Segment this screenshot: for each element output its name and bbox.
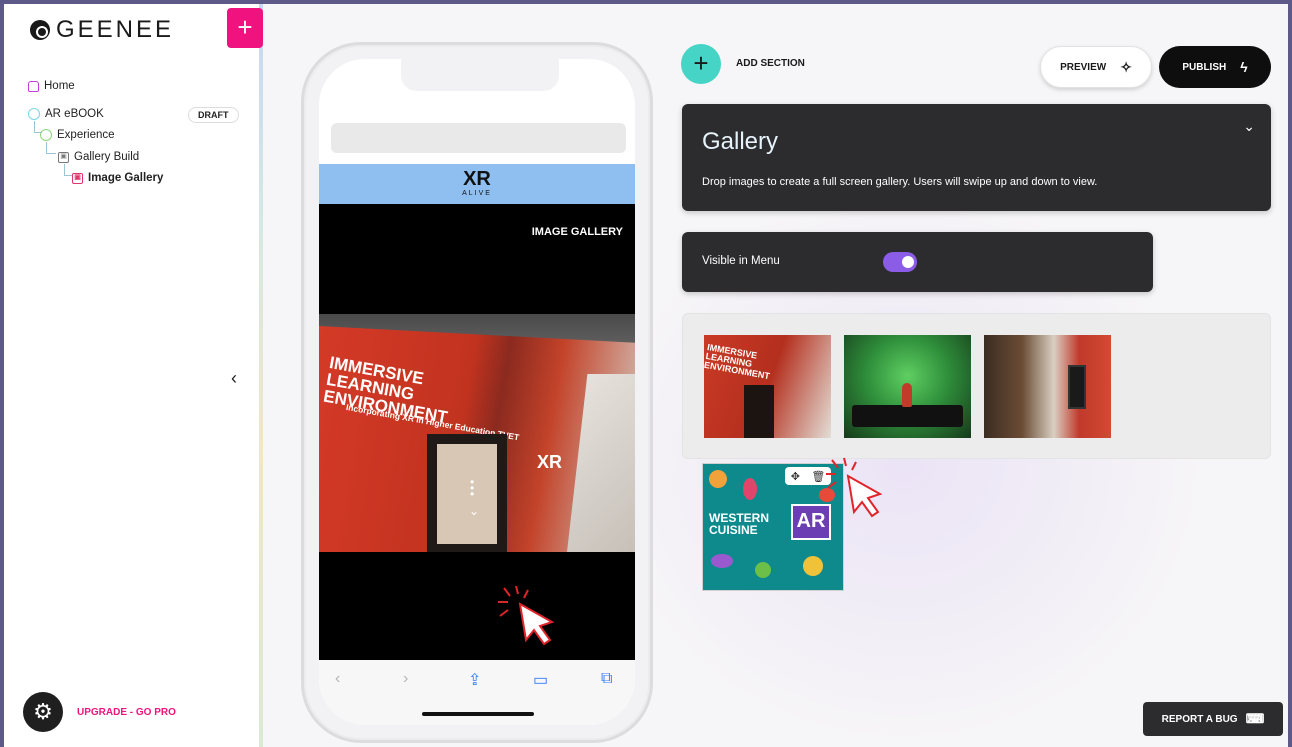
publish-button[interactable]: PUBLISH ϟ [1159, 46, 1271, 88]
xr-logo-sub: ALIVE [462, 190, 492, 197]
veg-shape [755, 562, 771, 578]
share-icon[interactable]: ⇪ [468, 670, 481, 690]
circle-icon [40, 129, 52, 141]
thumb-figure [902, 383, 912, 407]
preview-label: PREVIEW [1060, 61, 1107, 73]
phone-notch [401, 59, 559, 91]
upgrade-link[interactable]: UPGRADE - GO PRO [77, 707, 176, 718]
gear-icon: ⚙ [33, 699, 53, 724]
sidebar: GEENEE Home AR eBOOK DRAFT Experience ▣ … [4, 4, 259, 747]
photo-door [427, 434, 507, 552]
thumb-text: WESTERN CUISINE [709, 511, 769, 537]
gallery-thumbnail[interactable] [984, 335, 1111, 438]
back-icon[interactable]: ‹ [335, 670, 340, 688]
sparkle-icon: ✧ [1120, 58, 1132, 75]
section-description: Drop images to create a full screen gall… [702, 176, 1098, 188]
tree-connector [46, 142, 56, 154]
xr-alive-logo: XR ALIVE [452, 168, 502, 198]
report-bug-label: REPORT A BUG [1161, 713, 1238, 725]
logo-text: GEENEE [56, 16, 175, 43]
veg-shape [711, 554, 733, 568]
laptop-icon: ⌨ [1245, 711, 1265, 726]
browser-url-bar [331, 123, 626, 153]
gallery-thumbnail[interactable]: IMMERSIVE LEARNING ENVIRONMENT [704, 335, 831, 438]
phone-preview: XR ALIVE IMAGE GALLERY IMMERSIVE LEARNIN… [301, 42, 653, 743]
sidebar-edge [259, 4, 263, 747]
veg-shape [743, 478, 757, 500]
screen-title: IMAGE GALLERY [531, 226, 623, 238]
tabs-icon[interactable]: ⧉ [601, 670, 612, 688]
tree-item-ar-ebook[interactable]: AR eBOOK [28, 108, 104, 120]
tree-item-image-gallery[interactable]: ▣ Image Gallery [72, 172, 163, 184]
photo-xr-logo: XR [537, 452, 563, 472]
more-dots-icon[interactable]: • • • [470, 476, 474, 500]
tree-item-home[interactable]: Home [28, 80, 75, 92]
draft-badge: DRAFT [188, 107, 239, 123]
home-indicator [422, 712, 534, 716]
veg-shape [709, 470, 727, 488]
app-window: GEENEE Home AR eBOOK DRAFT Experience ▣ … [4, 4, 1288, 747]
thumb-text: IMMERSIVE LEARNING ENVIRONMENT [704, 342, 771, 382]
photo-ceiling [319, 314, 635, 343]
geenee-logo[interactable]: GEENEE [30, 16, 174, 44]
gallery-section-card: Gallery Drop images to create a full scr… [682, 104, 1271, 211]
thumb-door [744, 385, 774, 438]
tree-item-gallery-build[interactable]: ▣ Gallery Build [58, 151, 139, 163]
gallery-thumbnail-dragging[interactable]: WESTERN CUISINE AR ✥ 🗑 [702, 463, 844, 591]
gallery-screen: IMAGE GALLERY IMMERSIVE LEARNING ENVIRON… [319, 204, 635, 660]
section-title: Gallery [702, 128, 779, 155]
circle-icon [28, 108, 40, 120]
tree-item-label: Image Gallery [88, 172, 164, 184]
photo-wall [567, 374, 635, 552]
xr-logo-text: XR [463, 168, 491, 190]
click-cursor-icon [826, 457, 883, 518]
settings-button[interactable]: ⚙ [23, 692, 63, 732]
chevron-down-icon[interactable]: ⌄ [469, 504, 479, 518]
add-button[interactable]: + [227, 8, 263, 48]
visible-in-menu-label: Visible in Menu [702, 255, 780, 267]
collapse-sidebar-icon[interactable]: ‹ [231, 368, 237, 389]
home-icon [28, 80, 39, 92]
chevron-down-icon[interactable]: ⌄ [1243, 118, 1255, 135]
move-icon[interactable]: ✥ [791, 470, 800, 483]
add-section-button[interactable]: + [681, 44, 721, 84]
gallery-thumbnail[interactable] [844, 335, 971, 438]
tree-item-label: Home [44, 80, 75, 92]
tree-connector [64, 164, 72, 176]
lightning-icon: ϟ [1240, 59, 1248, 75]
forward-icon[interactable]: › [403, 670, 408, 688]
report-bug-button[interactable]: REPORT A BUG ⌨ [1143, 702, 1283, 736]
veg-shape [803, 556, 823, 576]
phone-screen: XR ALIVE IMAGE GALLERY IMMERSIVE LEARNIN… [319, 59, 635, 725]
xr-header-bar: XR ALIVE [319, 164, 635, 204]
click-cursor-icon [498, 585, 555, 646]
logo-mark-icon [30, 20, 50, 40]
thumb-screen [1068, 365, 1086, 409]
image-dropzone[interactable]: IMMERSIVE LEARNING ENVIRONMENT [682, 313, 1271, 459]
bookmarks-icon[interactable]: ▭ [533, 670, 548, 690]
publish-label: PUBLISH [1182, 61, 1227, 73]
image-icon: ▣ [58, 151, 69, 163]
visible-in-menu-toggle[interactable] [883, 252, 917, 272]
visible-in-menu-card: Visible in Menu [682, 232, 1153, 292]
tree-item-label: Gallery Build [74, 151, 140, 163]
thumb-seats [852, 405, 963, 427]
preview-button[interactable]: PREVIEW ✧ [1040, 46, 1152, 88]
tree-item-label: Experience [57, 129, 115, 141]
image-icon: ▣ [72, 172, 83, 184]
add-section-label[interactable]: ADD SECTION [736, 58, 805, 69]
tree-item-label: AR eBOOK [45, 108, 104, 120]
tree-item-experience[interactable]: Experience [40, 129, 115, 141]
